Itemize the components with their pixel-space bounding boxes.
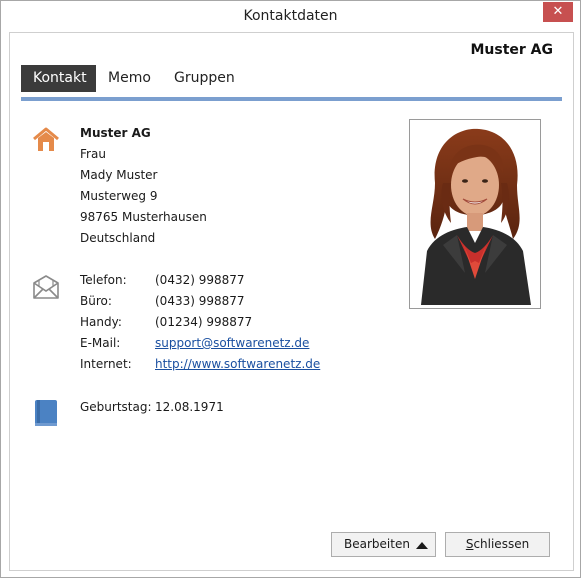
birthday-label: Geburtstag: bbox=[80, 400, 152, 414]
email-label: E-Mail: bbox=[80, 336, 121, 350]
address-company: Muster AG bbox=[80, 126, 151, 140]
internet-label: Internet: bbox=[80, 357, 132, 371]
title-bar[interactable]: Kontaktdaten ✕ bbox=[1, 1, 580, 32]
tab-underline bbox=[21, 97, 562, 101]
envelope-icon bbox=[33, 275, 59, 299]
mobile-value: (01234) 998877 bbox=[155, 315, 253, 329]
address-street: Musterweg 9 bbox=[80, 189, 158, 203]
tab-gruppen[interactable]: Gruppen bbox=[162, 65, 247, 92]
home-icon bbox=[33, 127, 59, 151]
office-value: (0433) 998877 bbox=[155, 294, 245, 308]
address-salutation: Frau bbox=[80, 147, 106, 161]
caret-up-icon bbox=[416, 542, 428, 549]
address-name: Mady Muster bbox=[80, 168, 158, 182]
phone-label: Telefon: bbox=[80, 273, 127, 287]
contact-photo-frame bbox=[409, 119, 541, 309]
birthday-value: 12.08.1971 bbox=[155, 400, 224, 414]
contact-dialog: Kontaktdaten ✕ Muster AG Kontakt Memo Gr… bbox=[0, 0, 581, 578]
company-header: Muster AG bbox=[470, 42, 553, 58]
tab-memo[interactable]: Memo bbox=[96, 65, 163, 92]
close-icon: ✕ bbox=[552, 4, 564, 19]
window-close-button[interactable]: ✕ bbox=[543, 2, 573, 22]
email-link[interactable]: support@softwarenetz.de bbox=[155, 336, 309, 350]
mobile-label: Handy: bbox=[80, 315, 122, 329]
dialog-content: Muster AG Kontakt Memo Gruppen Muster AG… bbox=[9, 32, 574, 571]
address-country: Deutschland bbox=[80, 231, 156, 245]
phone-value: (0432) 998877 bbox=[155, 273, 245, 287]
close-button-label: chliessen bbox=[473, 537, 530, 551]
tab-kontakt[interactable]: Kontakt bbox=[21, 65, 96, 92]
edit-button[interactable]: Bearbeiten bbox=[331, 532, 436, 557]
website-link[interactable]: http://www.softwarenetz.de bbox=[155, 357, 320, 371]
edit-button-label: Bearbeiten bbox=[344, 537, 410, 551]
book-icon bbox=[35, 400, 57, 426]
window-title: Kontaktdaten bbox=[243, 8, 338, 24]
address-city: 98765 Musterhausen bbox=[80, 210, 207, 224]
close-button[interactable]: Schliessen bbox=[445, 532, 550, 557]
office-label: Büro: bbox=[80, 294, 112, 308]
contact-photo bbox=[413, 123, 537, 305]
